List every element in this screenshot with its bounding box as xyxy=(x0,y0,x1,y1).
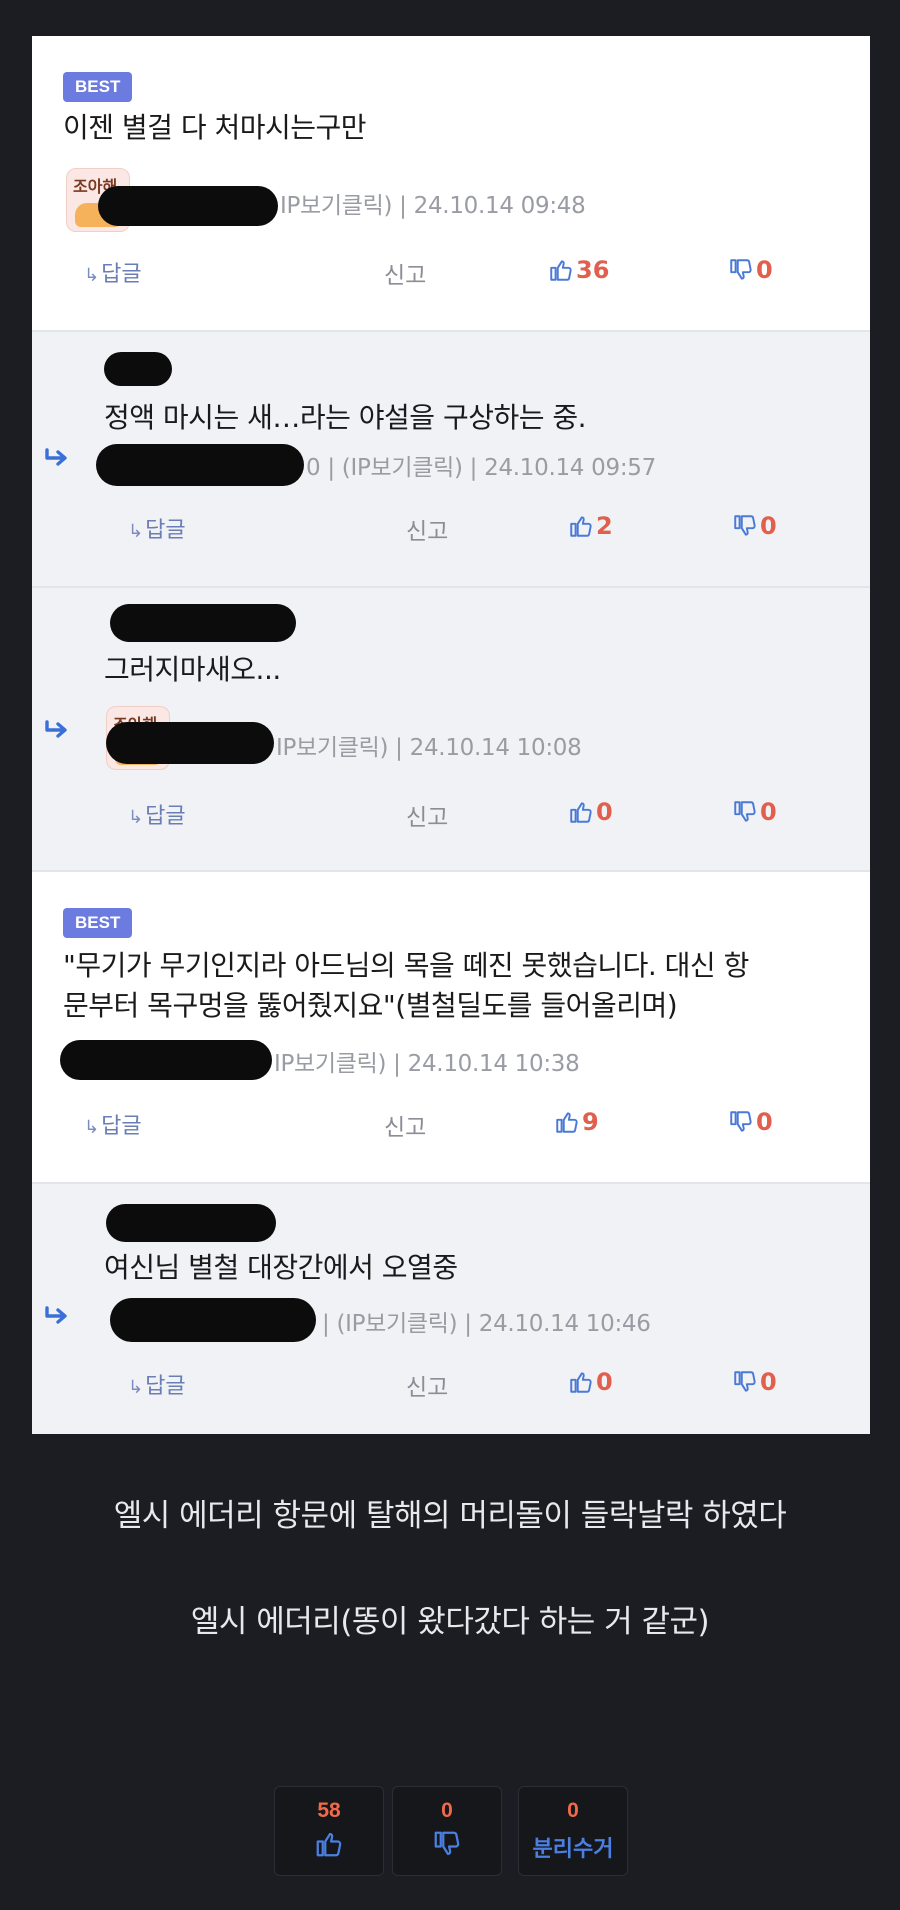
reply-arrow-small-icon: ↳ xyxy=(84,265,100,286)
reply-arrow-icon xyxy=(44,446,72,470)
comment-actions: ↳답글 신고 0 0 xyxy=(32,798,870,838)
thumbs-up-icon xyxy=(554,1109,580,1135)
redacted-nickname xyxy=(104,352,172,386)
thumbs-down-icon xyxy=(732,513,758,539)
redacted-nickname xyxy=(96,444,304,486)
comment-actions: ↳답글 신고 36 0 xyxy=(32,256,870,296)
comment-actions: ↳답글 신고 0 0 xyxy=(32,1368,870,1408)
redacted-nickname xyxy=(110,1298,316,1342)
post-body-line: 엘시 에더리(똥이 왔다갔다 하는 거 같군) xyxy=(190,1604,710,1640)
reply-label: 답글 xyxy=(145,518,186,543)
reply-comment-item: 정액 마시는 새…라는 야설을 구상하는 중. 0 | (IP보기클릭) | 2… xyxy=(32,332,870,588)
report-button[interactable]: 신고 xyxy=(406,1368,448,1402)
thumbs-down-icon xyxy=(393,1829,501,1863)
reply-button[interactable]: ↳답글 xyxy=(84,256,142,288)
reply-label: 답글 xyxy=(145,804,186,829)
comment-screenshot: BEST 이젠 별걸 다 처마시는구만 조아해 IP보기클릭) | 24.10.… xyxy=(32,36,870,1434)
recycle-button[interactable]: 0 분리수거 xyxy=(518,1786,628,1876)
redacted-nickname xyxy=(110,604,296,642)
downvote-count: 0 xyxy=(441,1799,453,1822)
reply-comment-item: 여신님 별철 대장간에서 오열중 | (IP보기클릭) | 24.10.14 1… xyxy=(32,1184,870,1434)
upvote-button[interactable]: 58 xyxy=(274,1786,384,1876)
comment-meta: IP보기클릭) | 24.10.14 09:48 xyxy=(280,193,586,219)
post-body-line: 엘시 에더리 항문에 탈해의 머리돌이 들락날락 하였다 xyxy=(113,1498,787,1534)
like-count: 0 xyxy=(596,1368,613,1396)
comment-text-line: 문부터 목구멍을 뚫어줬지요"(별철딜도를 들어올리며) xyxy=(63,989,678,1022)
comment-text: 그러지마새오... xyxy=(104,653,281,686)
thumbs-down-icon xyxy=(732,1369,758,1395)
like-count: 36 xyxy=(576,256,610,284)
reply-button[interactable]: ↳답글 xyxy=(84,1108,142,1140)
thumbs-down-icon xyxy=(728,1109,754,1135)
recycle-label: 분리수거 xyxy=(532,1837,614,1862)
dislike-count: 0 xyxy=(756,1108,773,1136)
like-button[interactable]: 0 xyxy=(568,798,613,826)
reply-arrow-small-icon: ↳ xyxy=(128,521,144,542)
recycle-count: 0 xyxy=(567,1799,579,1822)
reply-label: 답글 xyxy=(101,262,142,287)
report-button[interactable]: 신고 xyxy=(406,798,448,832)
dislike-button[interactable]: 0 xyxy=(728,256,773,284)
dislike-count: 0 xyxy=(756,256,773,284)
redacted-nickname xyxy=(106,722,274,764)
dislike-button[interactable]: 0 xyxy=(728,1108,773,1136)
report-button[interactable]: 신고 xyxy=(384,1108,426,1142)
report-button[interactable]: 신고 xyxy=(384,256,426,290)
like-count: 2 xyxy=(596,512,613,540)
thumbs-up-icon xyxy=(275,1829,383,1863)
dislike-count: 0 xyxy=(760,1368,777,1396)
comment-item: BEST "무기가 무기인지라 아드님의 목을 떼진 못했습니다. 대신 항 문… xyxy=(32,872,870,1184)
thumbs-up-icon xyxy=(568,513,594,539)
downvote-button[interactable]: 0 xyxy=(392,1786,502,1876)
comment-text: 정액 마시는 새…라는 야설을 구상하는 중. xyxy=(104,401,587,434)
best-badge: BEST xyxy=(63,908,133,938)
reply-button[interactable]: ↳답글 xyxy=(128,512,186,544)
comment-meta: IP보기클릭) | 24.10.14 10:38 xyxy=(274,1051,580,1077)
thumbs-down-icon xyxy=(732,799,758,825)
comment-item: BEST 이젠 별걸 다 처마시는구만 조아해 IP보기클릭) | 24.10.… xyxy=(32,36,870,332)
reply-arrow-icon xyxy=(44,1304,72,1328)
comment-text: "무기가 무기인지라 아드님의 목을 떼진 못했습니다. 대신 항 문부터 목구… xyxy=(63,946,860,1026)
dislike-count: 0 xyxy=(760,512,777,540)
reply-label: 답글 xyxy=(101,1114,142,1139)
like-button[interactable]: 2 xyxy=(568,512,613,540)
like-count: 0 xyxy=(596,798,613,826)
dislike-button[interactable]: 0 xyxy=(732,512,777,540)
reply-comment-item: 그러지마새오... 조아해 IP보기클릭) | 24.10.14 10:08 ↳… xyxy=(32,588,870,872)
report-button[interactable]: 신고 xyxy=(406,512,448,546)
reply-button[interactable]: ↳답글 xyxy=(128,798,186,830)
redacted-nickname xyxy=(106,1204,276,1242)
comment-meta: IP보기클릭) | 24.10.14 10:08 xyxy=(276,735,582,761)
reply-arrow-small-icon: ↳ xyxy=(84,1117,100,1138)
comment-meta: 0 | (IP보기클릭) | 24.10.14 09:57 xyxy=(306,455,656,481)
comment-actions: ↳답글 신고 2 0 xyxy=(32,512,870,552)
thumbs-down-icon xyxy=(728,257,754,283)
reply-label: 답글 xyxy=(145,1374,186,1399)
like-count: 9 xyxy=(582,1108,599,1136)
comment-actions: ↳답글 신고 9 0 xyxy=(32,1108,870,1148)
dislike-count: 0 xyxy=(760,798,777,826)
redacted-nickname xyxy=(60,1040,272,1080)
reply-arrow-small-icon: ↳ xyxy=(128,1377,144,1398)
comment-text-line: "무기가 무기인지라 아드님의 목을 떼진 못했습니다. 대신 항 xyxy=(63,949,749,982)
reply-button[interactable]: ↳답글 xyxy=(128,1368,186,1400)
thumbs-up-icon xyxy=(568,1369,594,1395)
like-button[interactable]: 9 xyxy=(554,1108,599,1136)
best-badge: BEST xyxy=(63,72,133,102)
upvote-count: 58 xyxy=(317,1799,341,1822)
reply-arrow-icon xyxy=(44,718,72,742)
comment-text: 이젠 별걸 다 처마시는구만 xyxy=(63,111,367,144)
comment-text: 여신님 별철 대장간에서 오열중 xyxy=(104,1251,458,1284)
comment-meta: | (IP보기클릭) | 24.10.14 10:46 xyxy=(322,1311,651,1337)
thumbs-up-icon xyxy=(568,799,594,825)
reply-arrow-small-icon: ↳ xyxy=(128,807,144,828)
dislike-button[interactable]: 0 xyxy=(732,1368,777,1396)
thumbs-up-icon xyxy=(548,257,574,283)
like-button[interactable]: 0 xyxy=(568,1368,613,1396)
like-button[interactable]: 36 xyxy=(548,256,609,284)
dislike-button[interactable]: 0 xyxy=(732,798,777,826)
redacted-nickname xyxy=(98,186,278,226)
